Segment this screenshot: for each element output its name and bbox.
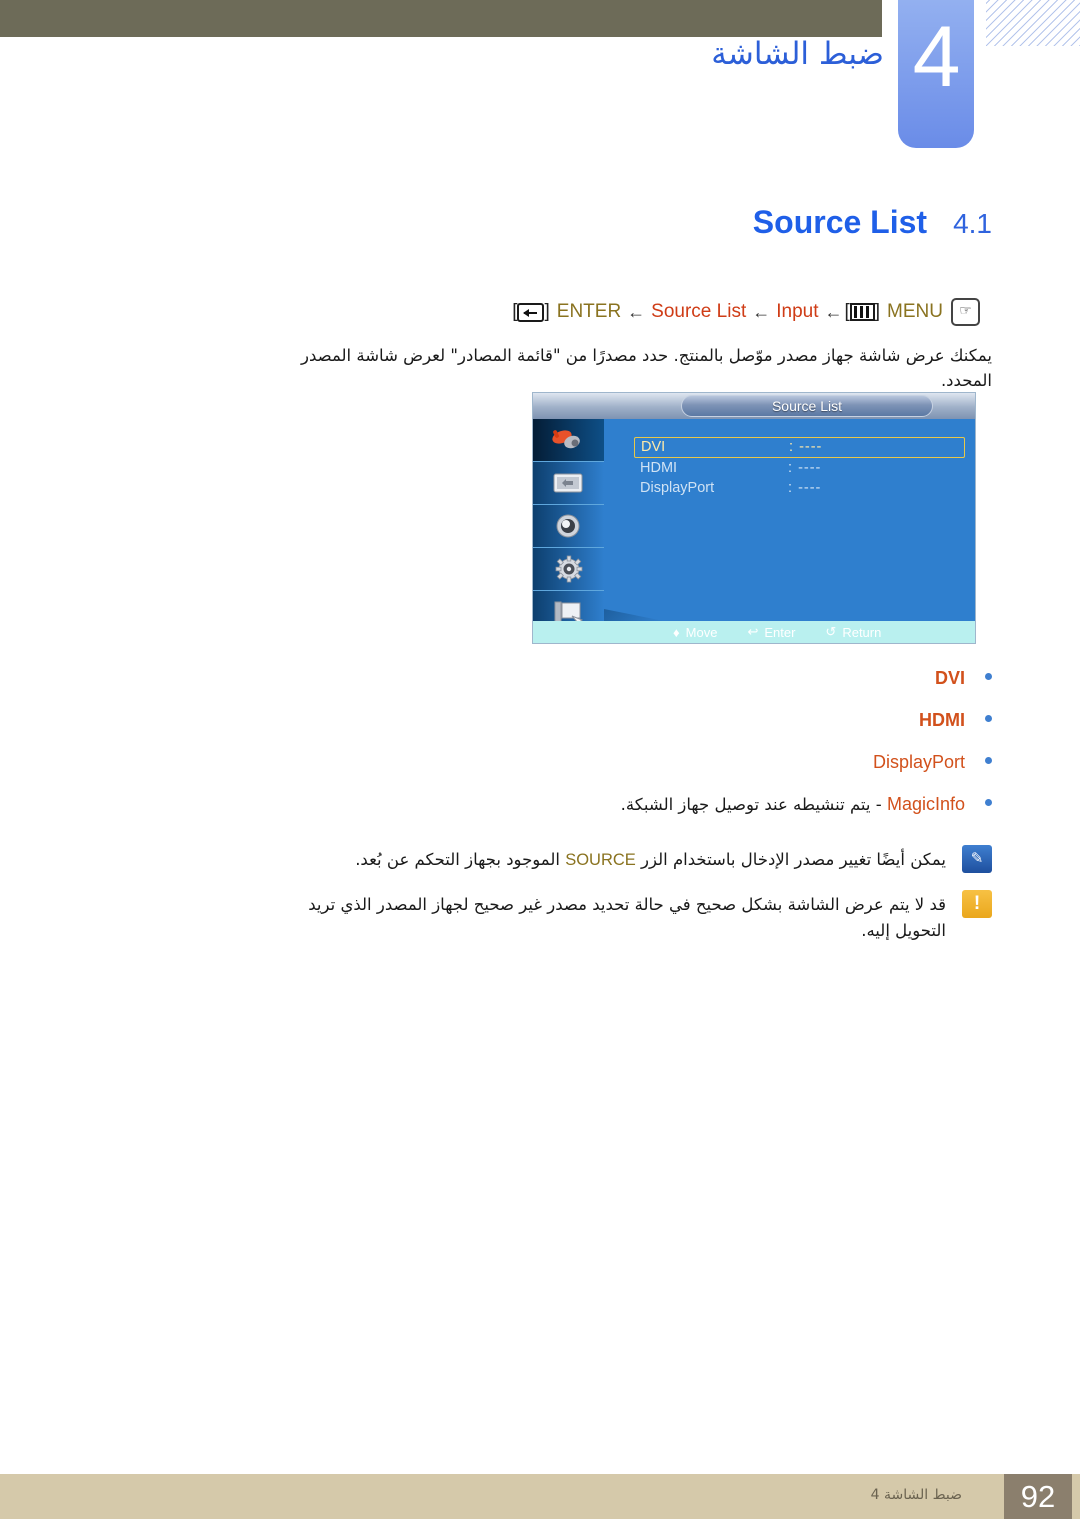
page-footer: ضبط الشاشة 4 92 <box>0 1474 1080 1519</box>
hand-press-icon: ☞ <box>951 298 980 326</box>
picture-screen-icon <box>553 473 582 493</box>
enter-key-icon: ↩ <box>747 624 759 639</box>
osd-row-displayport[interactable]: DisplayPort : ---- <box>634 479 965 498</box>
list-item: MagicInfo - يتم تنشيطه عند توصيل جهاز ال… <box>292 794 992 815</box>
section-heading: 4.1 Source List <box>753 204 992 241</box>
list-item: HDMI <box>292 710 992 731</box>
bullet-label-hdmi: HDMI <box>919 710 965 730</box>
note-warning-row: ! قد لا يتم عرض الشاشة بشكل صحيح في حالة… <box>292 890 992 943</box>
osd-footer-return-label: Return <box>842 624 882 640</box>
osd-footer-move: ♦ Move <box>673 625 717 640</box>
osd-row-value: : ---- <box>788 480 822 496</box>
osd-title-bar: Source List <box>533 393 975 419</box>
source-bullet-list: DVI HDMI DisplayPort MagicInfo - يتم تنش… <box>292 668 992 836</box>
menu-path-input-label: Input <box>776 301 819 322</box>
note-info-row: ✎ يمكن أيضًا تغيير مصدر الإدخال باستخدام… <box>292 845 992 874</box>
osd-row-label: DVI <box>641 439 666 455</box>
bracket-close-right: ] <box>874 301 881 322</box>
sound-speaker-icon <box>556 514 579 538</box>
note-info-accent: SOURCE <box>565 851 636 869</box>
input-source-icon <box>551 430 580 449</box>
section-name: Source List <box>752 204 928 240</box>
return-arrow-icon: ↺ <box>825 624 837 639</box>
osd-sidebar-item-sound[interactable] <box>533 505 604 548</box>
osd-source-list: DVI : ---- HDMI : ---- DisplayPort : ---… <box>634 437 965 499</box>
header-hatch-decoration <box>986 0 1080 46</box>
warning-icon: ! <box>962 890 992 918</box>
list-item: DisplayPort <box>292 752 992 773</box>
osd-body: DVI : ---- HDMI : ---- DisplayPort : ---… <box>604 419 975 621</box>
updown-arrow-icon: ♦ <box>673 624 680 640</box>
section-number: 4.1 <box>953 208 992 239</box>
bullet-dot-icon <box>985 673 992 680</box>
bullet-dot-icon <box>985 715 992 722</box>
osd-footer-bar: ♦ Move ↩ Enter ↺ Return <box>533 621 975 643</box>
bracket-close-left: ] <box>544 301 550 322</box>
osd-sidebar-item-setup[interactable] <box>533 548 604 591</box>
menu-bars-icon <box>849 303 875 321</box>
bullet-magicinfo-rest: - يتم تنشيطه عند توصيل جهاز الشبكة. <box>620 795 887 814</box>
footer-breadcrumb: ضبط الشاشة 4 <box>870 1487 962 1503</box>
osd-footer-move-label: Move <box>685 624 718 640</box>
osd-footer-return: ↺ Return <box>825 624 881 640</box>
osd-footer-enter-label: Enter <box>764 624 796 640</box>
setup-gear-icon <box>555 555 582 583</box>
osd-row-label: DisplayPort <box>640 480 715 496</box>
footer-page-number: 92 <box>1004 1474 1072 1519</box>
bullet-dot-icon <box>985 757 992 764</box>
osd-sidebar-item-input[interactable] <box>533 419 604 462</box>
menu-path-arrow-2: ← <box>752 301 771 322</box>
bullet-label-displayport: DisplayPort <box>872 752 965 772</box>
osd-row-hdmi[interactable]: HDMI : ---- <box>634 459 965 478</box>
menu-path-arrow-1: ← <box>627 301 646 322</box>
osd-row-dvi[interactable]: DVI : ---- <box>634 437 965 458</box>
bullet-magicinfo-accent: MagicInfo <box>886 794 965 814</box>
note-info-after: الموجود بجهاز التحكم عن بُعد. <box>355 850 566 869</box>
osd-footer-enter: ↩ Enter <box>747 624 795 640</box>
note-info-before: يمكن أيضًا تغيير مصدر الإدخال باستخدام ا… <box>635 850 946 869</box>
menu-path-source-list-label: Source List <box>651 301 747 322</box>
osd-title: Source List <box>681 395 933 417</box>
enter-key-icon <box>517 302 545 322</box>
note-info-text: يمكن أيضًا تغيير مصدر الإدخال باستخدام ا… <box>355 845 946 874</box>
header-band <box>0 0 882 37</box>
chapter-title: ضبط الشاشة <box>711 36 884 72</box>
menu-path-breadcrumb: [ ] ENTER ← Source List ← Input ← [ ] ME… <box>512 298 980 326</box>
bullet-label-dvi: DVI <box>934 668 965 688</box>
menu-path-menu-label: MENU <box>887 301 943 322</box>
osd-row-label: HDMI <box>640 460 678 476</box>
note-warning-text: قد لا يتم عرض الشاشة بشكل صحيح في حالة ت… <box>308 895 946 940</box>
osd-sidebar <box>533 419 604 643</box>
bullet-dot-icon <box>985 799 992 806</box>
chapter-tab: 4 <box>898 0 974 148</box>
section-description: يمكنك عرض شاشة جهاز مصدر موّصل بالمنتج. … <box>301 346 992 390</box>
chapter-number: 4 <box>912 9 961 105</box>
osd-screenshot: Source List DVI: ---- HDMI: ---- Displ… <box>532 392 976 644</box>
list-item: DVI <box>292 668 992 689</box>
note-info-icon: ✎ <box>962 845 992 873</box>
menu-path-enter-label: ENTER <box>556 301 622 322</box>
osd-row-value: : ---- <box>789 439 823 455</box>
osd-sidebar-item-picture[interactable] <box>533 462 604 505</box>
bullet-label-magicinfo: MagicInfo - يتم تنشيطه عند توصيل جهاز ال… <box>621 794 965 815</box>
menu-path-arrow-3: ← <box>824 301 843 322</box>
osd-row-value: : ---- <box>788 460 822 476</box>
